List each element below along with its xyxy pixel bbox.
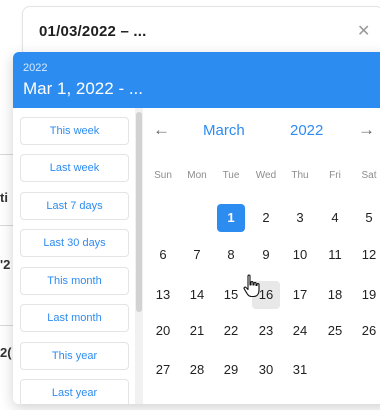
weekday-label: Mon: [187, 170, 207, 181]
calendar-day[interactable]: 26: [355, 317, 380, 345]
calendar-day[interactable]: 7: [183, 241, 211, 269]
year-selector[interactable]: 2022: [290, 122, 323, 139]
preset-scrollbar[interactable]: [135, 108, 143, 404]
background-divider: [0, 154, 14, 155]
calendar-day[interactable]: 12: [355, 241, 380, 269]
calendar-day[interactable]: 6: [149, 241, 177, 269]
background-text-fragment: ti: [0, 190, 8, 205]
preset-last-7-days[interactable]: Last 7 days: [20, 192, 129, 220]
calendar-day[interactable]: 9: [252, 241, 280, 269]
date-range-input[interactable]: 01/03/2022 – ... ✕: [22, 6, 380, 58]
weekday-label: Fri: [329, 170, 341, 181]
weekday-label: Thu: [291, 170, 309, 181]
preset-last-month[interactable]: Last month: [20, 304, 129, 332]
header-year[interactable]: 2022: [23, 62, 47, 74]
hand-pointer-icon: [243, 274, 260, 298]
preset-this-year[interactable]: This year: [20, 342, 129, 370]
weekday-label: Sun: [154, 170, 172, 181]
calendar-day[interactable]: 30: [252, 356, 280, 384]
calendar-day[interactable]: 3: [286, 204, 314, 232]
preset-this-month[interactable]: This month: [20, 267, 129, 295]
picker-header: 2022 Mar 1, 2022 - ...: [13, 52, 380, 108]
preset-this-week[interactable]: This week: [20, 117, 129, 145]
header-range: Mar 1, 2022 - ...: [23, 79, 143, 98]
calendar-day[interactable]: 24: [286, 317, 314, 345]
scrollbar-thumb[interactable]: [136, 112, 142, 312]
calendar-day[interactable]: 29: [217, 356, 245, 384]
calendar-day[interactable]: 20: [149, 317, 177, 345]
background-text-fragment: 2(: [0, 345, 12, 360]
calendar-day[interactable]: 14: [183, 281, 211, 309]
background-divider: [0, 225, 14, 226]
calendar-day[interactable]: 31: [286, 356, 314, 384]
arrow-left-icon[interactable]: ←: [153, 120, 170, 140]
calendar-day[interactable]: 2: [252, 204, 280, 232]
calendar-day[interactable]: 18: [321, 281, 349, 309]
arrow-right-icon[interactable]: →: [358, 120, 375, 140]
weekday-label: Wed: [255, 170, 277, 181]
calendar-day[interactable]: 25: [321, 317, 349, 345]
calendar-day[interactable]: 22: [217, 317, 245, 345]
calendar-day[interactable]: 17: [286, 281, 314, 309]
calendar-day[interactable]: 10: [286, 241, 314, 269]
calendar-day[interactable]: 1: [217, 204, 245, 232]
weekday-label: Tue: [222, 170, 240, 181]
calendar-day[interactable]: 23: [252, 317, 280, 345]
date-range-value: 01/03/2022 – ...: [39, 23, 147, 40]
preset-list: This week Last week Last 7 days Last 30 …: [13, 108, 143, 404]
calendar-day[interactable]: 11: [321, 241, 349, 269]
calendar-day[interactable]: 21: [183, 317, 211, 345]
preset-last-week[interactable]: Last week: [20, 154, 129, 182]
month-selector[interactable]: March: [203, 122, 245, 139]
calendar-day[interactable]: 5: [355, 204, 380, 232]
background-divider: [0, 325, 14, 326]
calendar-day[interactable]: 4: [321, 204, 349, 232]
preset-last-year[interactable]: Last year: [20, 379, 129, 404]
calendar-day[interactable]: 15: [217, 281, 245, 309]
background-text-fragment: '2: [0, 257, 11, 272]
calendar-day[interactable]: 19: [355, 281, 380, 309]
calendar-day[interactable]: 28: [183, 356, 211, 384]
calendar-day[interactable]: 13: [149, 281, 177, 309]
calendar-day[interactable]: 27: [149, 356, 177, 384]
weekday-label: Sat: [361, 170, 377, 181]
preset-last-30-days[interactable]: Last 30 days: [20, 229, 129, 257]
date-picker-popover: 2022 Mar 1, 2022 - ... This week Last we…: [13, 52, 380, 404]
calendar-day[interactable]: 8: [217, 241, 245, 269]
close-icon[interactable]: ✕: [357, 21, 370, 41]
